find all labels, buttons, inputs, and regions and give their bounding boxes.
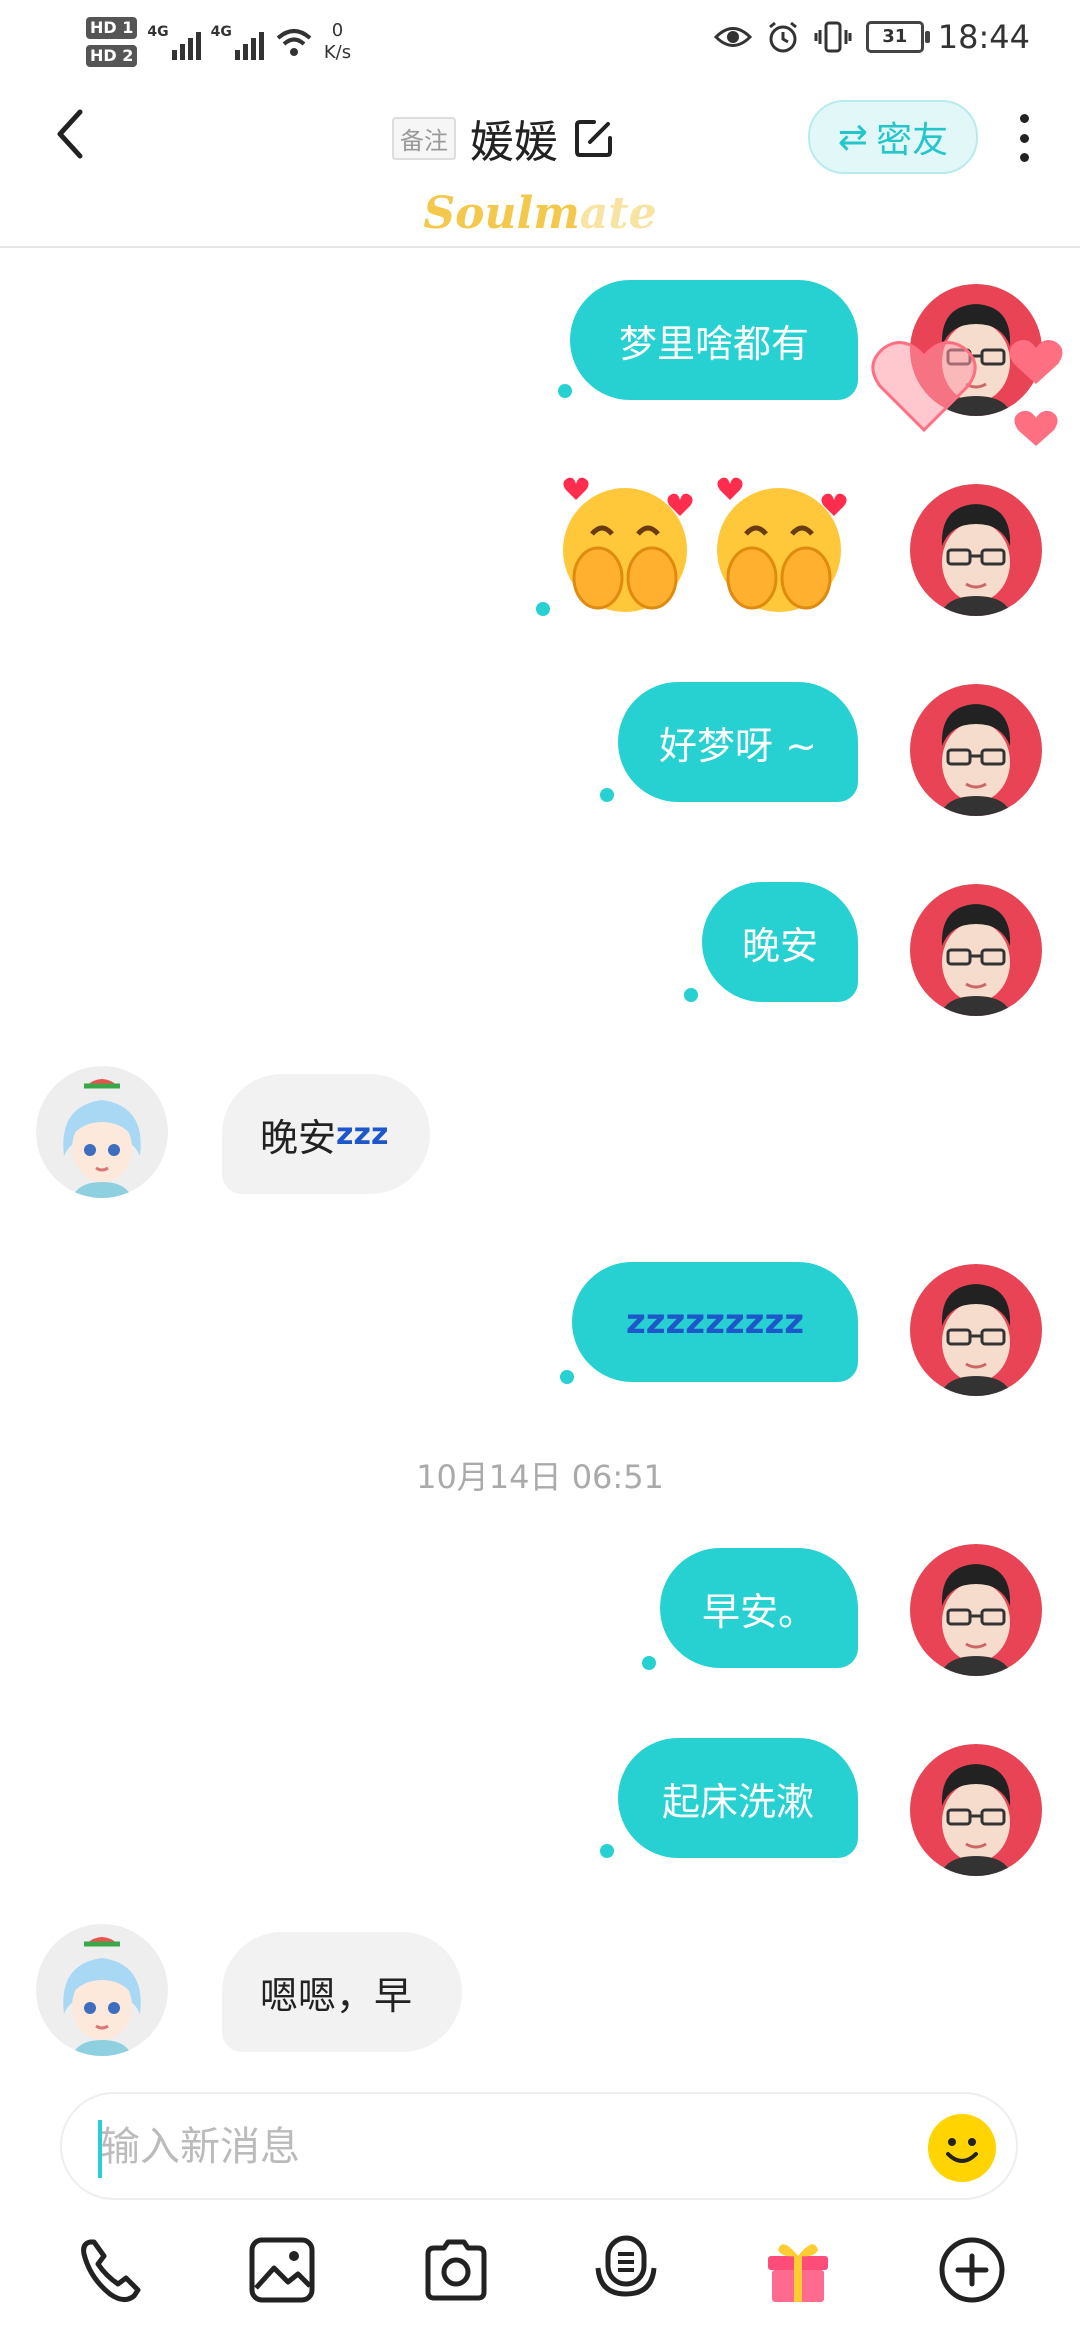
plus-icon[interactable] — [936, 2234, 1008, 2306]
message-input-bar[interactable] — [60, 2092, 1018, 2200]
message-text: 好梦呀 ~ — [659, 723, 817, 768]
contact-name: 媛媛 — [470, 117, 558, 168]
signal-2-icon: 4G — [211, 24, 264, 60]
swap-icon: ⇄ — [837, 116, 869, 158]
status-left: HD 1 HD 2 4G 4G 0 K/s — [86, 12, 351, 72]
eye-icon — [713, 27, 752, 47]
status-right: 31 18:44 — [713, 18, 1030, 56]
message-text: 早安。 — [701, 1589, 816, 1634]
hd2-badge: HD 2 — [86, 45, 138, 67]
my-avatar[interactable] — [910, 884, 1042, 1016]
message-text: 晚安 — [260, 1115, 337, 1160]
bubble-tail-dot — [684, 988, 698, 1002]
message-bubble-out[interactable]: 晚安 — [702, 882, 858, 1002]
bubble-tail-dot — [600, 788, 614, 802]
bubble-tail-dot — [536, 602, 550, 616]
my-avatar[interactable] — [910, 484, 1042, 616]
edit-icon[interactable] — [572, 116, 616, 160]
close-friend-label: 密友 — [876, 120, 949, 161]
soulmate-logo: Soulmate — [423, 188, 657, 239]
message-text: zzzzzzzzz — [625, 1302, 805, 1342]
message-bubble-out[interactable]: 起床洗漱 — [618, 1738, 858, 1858]
contact-avatar[interactable] — [36, 1924, 168, 2056]
clock: 18:44 — [937, 18, 1030, 56]
message-text: 梦里啥都有 — [618, 321, 809, 366]
image-icon[interactable] — [246, 2234, 318, 2306]
my-avatar[interactable] — [910, 1744, 1042, 1876]
message-text: 起床洗漱 — [661, 1779, 814, 1824]
smiling-face-hearts-icon[interactable] — [550, 470, 700, 620]
my-avatar[interactable] — [910, 1264, 1042, 1396]
timestamp: 10月14日 06:51 — [416, 1458, 664, 1496]
message-bubble-out[interactable]: zzzzzzzzz — [572, 1262, 858, 1382]
signal-1-icon: 4G — [147, 24, 201, 60]
bubble-tail-dot — [558, 384, 572, 398]
message-input[interactable] — [98, 2114, 922, 2180]
title-group[interactable]: 备注 媛媛 — [392, 106, 616, 170]
bubble-tail-dot — [560, 1370, 574, 1384]
network-speed: 0 K/s — [323, 20, 352, 63]
text-cursor — [98, 2120, 102, 2178]
message-bubble-out[interactable]: 早安。 — [660, 1548, 858, 1668]
more-menu-icon[interactable] — [1018, 114, 1030, 162]
message-text: 晚安 — [741, 923, 818, 968]
my-avatar[interactable] — [910, 1544, 1042, 1676]
message-bubble-in[interactable]: 嗯嗯，早 — [222, 1932, 462, 2052]
hd-badges: HD 1 HD 2 — [86, 17, 138, 67]
contact-avatar[interactable] — [36, 1066, 168, 1198]
back-icon[interactable] — [50, 104, 90, 164]
sleep-zz-icon: zzz — [336, 1116, 389, 1152]
message-list[interactable]: 梦里啥都有 好梦呀 ~ 晚安 晚安 zzz zzzzzzzzz 10月14日 0… — [0, 248, 1080, 2056]
hearts-effect-icon — [871, 340, 1063, 446]
message-text: 嗯嗯，早 — [260, 1973, 413, 2018]
bottom-toolbar — [0, 2230, 1080, 2330]
emoji-smile-icon[interactable] — [926, 2112, 998, 2184]
my-avatar[interactable] — [910, 684, 1042, 816]
vibrate-icon — [814, 21, 852, 53]
hd1-badge: HD 1 — [86, 17, 138, 39]
chat-header: 备注 媛媛 ⇄ 密友 Soulmate — [0, 80, 1080, 248]
remark-badge[interactable]: 备注 — [392, 116, 456, 160]
status-bar: HD 1 HD 2 4G 4G 0 K/s 31 18:44 — [0, 0, 1080, 80]
close-friend-button[interactable]: ⇄ 密友 — [808, 100, 978, 174]
battery-indicator: 31 — [865, 21, 930, 53]
gift-icon[interactable] — [762, 2234, 834, 2306]
smiling-face-hearts-icon[interactable] — [704, 470, 854, 620]
message-bubble-out[interactable]: 好梦呀 ~ — [618, 682, 858, 802]
voice-icon[interactable] — [590, 2234, 662, 2306]
message-bubble-out[interactable]: 梦里啥都有 — [570, 280, 858, 400]
bubble-tail-dot — [600, 1844, 614, 1858]
message-bubble-in[interactable]: 晚安 zzz — [222, 1074, 430, 1194]
camera-icon[interactable] — [420, 2234, 492, 2306]
alarm-icon — [768, 21, 797, 53]
phone-icon[interactable] — [76, 2234, 148, 2306]
bubble-tail-dot — [642, 1656, 656, 1670]
wifi-icon — [276, 29, 312, 56]
